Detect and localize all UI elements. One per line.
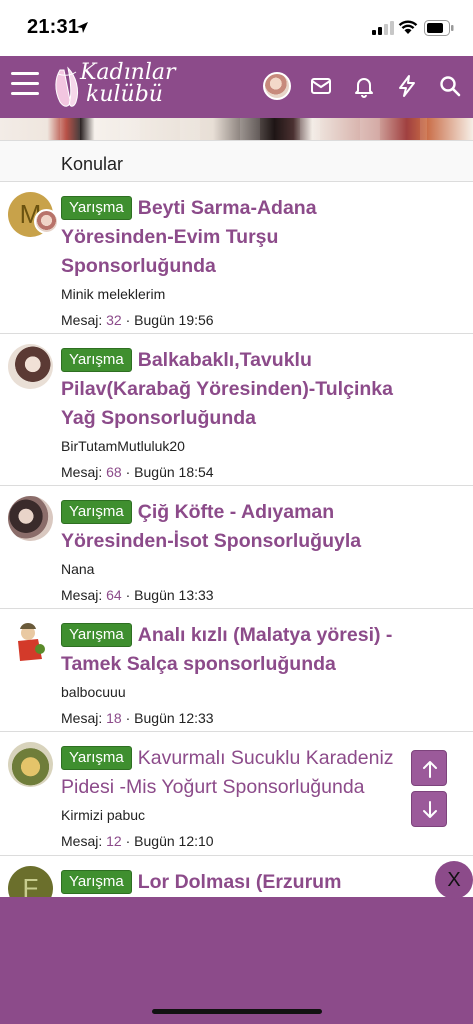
thread-author[interactable]: Kirmizi pabuc <box>61 806 429 824</box>
prefix-badge[interactable]: Yarışma <box>61 348 132 372</box>
thread-meta: Mesaj: 18 · Bugün 12:33 <box>61 709 429 727</box>
section-title: Konular <box>61 154 124 174</box>
thread-time[interactable]: Bugün 13:33 <box>134 587 213 603</box>
thread-row[interactable]: M Yarışma Beyti Sarma-Adana Yöresinden-Ev… <box>0 182 473 334</box>
meta-separator: · <box>125 312 131 328</box>
author-avatar[interactable] <box>8 496 53 541</box>
author-avatar[interactable]: F <box>8 866 53 897</box>
thread-title[interactable]: Yarışma Beyti Sarma-Adana Yöresinden-Evim… <box>61 194 429 281</box>
menu-icon[interactable] <box>11 72 39 100</box>
thread-row[interactable]: F Yarışma Lor Dolması (Erzurum <box>0 856 473 897</box>
logo-text: Kadınlar kulübü <box>80 62 176 106</box>
section-header: Konular <box>0 140 473 182</box>
thread-row[interactable]: Yarışma Balkabaklı,Tavuklu Pilav(Karabağ … <box>0 334 473 486</box>
cartoon-avatar-icon <box>18 623 45 661</box>
reply-count: 32 <box>106 312 122 328</box>
bolt-icon[interactable] <box>395 74 419 98</box>
thread-title[interactable]: Yarışma Lor Dolması (Erzurum <box>61 868 429 897</box>
thread-author[interactable]: balbocuuu <box>61 683 429 701</box>
status-time: 21:31 <box>27 16 80 38</box>
prefix-badge[interactable]: Yarışma <box>61 196 132 220</box>
bell-icon[interactable] <box>352 74 376 98</box>
arrow-up-icon <box>423 761 437 778</box>
thread-row[interactable]: Yarışma Kavurmalı Sucuklu Karadeniz Pides… <box>0 732 473 856</box>
reply-count: 68 <box>106 464 122 480</box>
home-indicator <box>152 1009 322 1014</box>
meta-label: Mesaj: <box>61 710 103 726</box>
scroll-up-button[interactable] <box>411 750 447 786</box>
app-header: Kadınlar kulübü <box>0 56 473 118</box>
prefix-badge[interactable]: Yarışma <box>61 623 132 647</box>
meta-separator: · <box>125 710 131 726</box>
meta-separator: · <box>125 464 131 480</box>
author-avatar[interactable] <box>8 344 53 389</box>
thread-title[interactable]: Yarışma Kavurmalı Sucuklu Karadeniz Pides… <box>61 744 429 802</box>
meta-label: Mesaj: <box>61 587 103 603</box>
last-poster-avatar[interactable] <box>34 209 59 234</box>
site-logo[interactable]: Kadınlar kulübü <box>52 60 182 114</box>
wifi-icon <box>398 20 418 34</box>
reply-count: 18 <box>106 710 122 726</box>
thread-meta: Mesaj: 64 · Bugün 13:33 <box>61 586 429 604</box>
battery-icon <box>424 20 454 36</box>
thread-row[interactable]: Yarışma Analı kızlı (Malatya yöresi) - Ta… <box>0 609 473 732</box>
meta-separator: · <box>125 833 131 849</box>
banner-image <box>0 118 473 140</box>
thread-author[interactable]: Nana <box>61 560 429 578</box>
search-icon[interactable] <box>438 74 462 98</box>
meta-separator: · <box>125 587 131 603</box>
user-avatar[interactable] <box>263 72 291 100</box>
thread-title[interactable]: Yarışma Çiğ Köfte - Adıyaman Yöresinden-İ… <box>61 498 429 556</box>
thread-meta: Mesaj: 68 · Bugün 18:54 <box>61 463 429 481</box>
prefix-badge[interactable]: Yarışma <box>61 500 132 524</box>
meta-label: Mesaj: <box>61 464 103 480</box>
prefix-badge[interactable]: Yarışma <box>61 870 132 894</box>
reply-count: 12 <box>106 833 122 849</box>
thread-row[interactable]: Yarışma Çiğ Köfte - Adıyaman Yöresinden-İ… <box>0 486 473 609</box>
avatar-letter: F <box>22 873 39 897</box>
thread-title[interactable]: Yarışma Balkabaklı,Tavuklu Pilav(Karabağ … <box>61 346 429 433</box>
status-bar: 21:31 <box>0 0 473 56</box>
location-arrow-icon <box>77 22 88 33</box>
author-avatar[interactable] <box>8 742 53 787</box>
bottom-ad-area <box>0 897 473 1024</box>
signal-icon <box>372 21 394 35</box>
thread-author[interactable]: Minik meleklerim <box>61 285 429 303</box>
thread-title[interactable]: Yarışma Analı kızlı (Malatya yöresi) - Ta… <box>61 621 429 679</box>
author-avatar[interactable] <box>8 619 53 664</box>
reply-count: 64 <box>106 587 122 603</box>
close-ad-button[interactable]: X <box>435 861 473 899</box>
logo-line-2: kulübü <box>86 82 163 107</box>
meta-label: Mesaj: <box>61 312 103 328</box>
mail-icon[interactable] <box>309 74 333 98</box>
thread-meta: Mesaj: 32 · Bugün 19:56 <box>61 311 429 329</box>
thread-title-text[interactable]: Lor Dolması (Erzurum <box>138 871 342 893</box>
arrow-down-icon <box>423 801 437 818</box>
thread-author[interactable]: BirTutamMutluluk20 <box>61 437 429 455</box>
thread-meta: Mesaj: 12 · Bugün 12:10 <box>61 832 429 850</box>
thread-time[interactable]: Bugün 18:54 <box>134 464 213 480</box>
thread-time[interactable]: Bugün 12:10 <box>134 833 213 849</box>
thread-time[interactable]: Bugün 12:33 <box>134 710 213 726</box>
prefix-badge[interactable]: Yarışma <box>61 746 132 770</box>
scroll-down-button[interactable] <box>411 791 447 827</box>
thread-time[interactable]: Bugün 19:56 <box>134 312 213 328</box>
meta-label: Mesaj: <box>61 833 103 849</box>
